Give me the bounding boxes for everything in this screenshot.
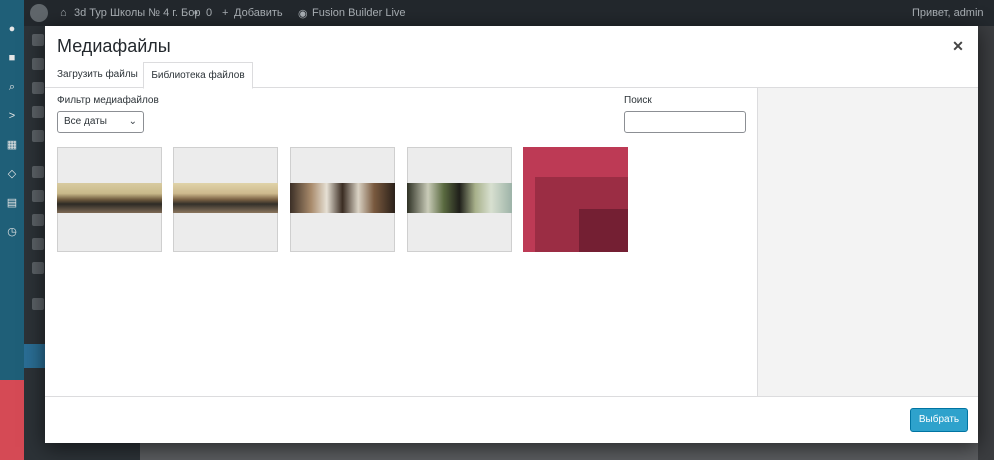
menu-icon[interactable] xyxy=(32,298,44,310)
search-input[interactable] xyxy=(624,111,746,133)
greeting-link[interactable]: Привет, admin xyxy=(912,7,984,19)
attachment-thumbnail[interactable] xyxy=(173,147,278,252)
attachment-thumbnail[interactable] xyxy=(407,147,512,252)
menu-icon[interactable] xyxy=(32,214,44,226)
attachment-thumbnail[interactable] xyxy=(523,147,628,252)
date-filter-value: Все даты xyxy=(64,116,107,127)
panorama-image xyxy=(173,183,278,213)
search-label: Поиск xyxy=(624,95,652,106)
menu-icon[interactable] xyxy=(32,130,44,142)
menu-icon[interactable] xyxy=(32,82,44,94)
fusion-builder-link[interactable]: Fusion Builder Live xyxy=(312,7,406,19)
shield-icon[interactable]: ◇ xyxy=(5,167,19,181)
modal-tabs: Загрузить файлы Библиотека файлов xyxy=(45,62,978,89)
screen-left-border: ● ■ ⌕ > ▦ ◇ ▤ ◷ xyxy=(0,0,24,460)
comments-icon[interactable]: ▪ xyxy=(194,7,198,19)
modal-footer: Выбрать xyxy=(45,396,978,443)
close-icon[interactable]: ✕ xyxy=(948,36,968,56)
wordpress-logo-icon[interactable] xyxy=(30,4,48,22)
fusion-icon[interactable]: ◉ xyxy=(298,7,308,20)
select-button[interactable]: Выбрать xyxy=(910,408,968,432)
panorama-image xyxy=(57,183,162,213)
wp-admin-bar: ⌂ 3d Тур Школы № 4 г. Бор ▪ 0 + Добавить… xyxy=(24,0,994,26)
modal-title: Медиафайлы xyxy=(57,36,171,56)
date-filter-select[interactable]: Все даты ⌄ xyxy=(57,111,144,133)
panorama-image xyxy=(407,183,512,213)
add-new-link[interactable]: Добавить xyxy=(234,7,283,19)
home-icon[interactable]: ⌂ xyxy=(60,7,67,19)
comments-count[interactable]: 0 xyxy=(206,7,212,19)
chevron-down-icon: ⌄ xyxy=(128,116,137,127)
menu-icon[interactable] xyxy=(32,262,44,274)
menu-icon[interactable] xyxy=(32,34,44,46)
search-icon[interactable]: ⌕ xyxy=(5,80,19,94)
decorative-shape xyxy=(0,380,24,460)
menu-icon[interactable] xyxy=(32,238,44,250)
menu-icon[interactable] xyxy=(32,166,44,178)
vk-icon[interactable]: ■ xyxy=(5,51,19,65)
tab-upload-files[interactable]: Загрузить файлы xyxy=(51,62,144,89)
menu-icon[interactable] xyxy=(32,106,44,118)
site-name-link[interactable]: 3d Тур Школы № 4 г. Бор xyxy=(74,7,200,19)
media-modal: Медиафайлы ✕ Загрузить файлы Библиотека … xyxy=(45,26,978,443)
menu-icon[interactable] xyxy=(32,58,44,70)
whatsapp-icon[interactable]: ● xyxy=(5,22,19,36)
side-app-icons: ● ■ ⌕ > ▦ ◇ ▤ ◷ xyxy=(2,22,22,254)
clock-icon[interactable]: ◷ xyxy=(5,225,19,239)
plus-icon[interactable]: + xyxy=(222,7,228,19)
graphic-square xyxy=(579,209,628,252)
document-icon[interactable]: ▤ xyxy=(5,196,19,210)
menu-icon[interactable] xyxy=(32,190,44,202)
panorama-image xyxy=(290,183,395,213)
attachment-details-pane xyxy=(757,88,978,396)
tab-media-library[interactable]: Библиотека файлов xyxy=(143,62,253,89)
attachment-thumbnail[interactable] xyxy=(57,147,162,252)
attachment-thumbnail[interactable] xyxy=(290,147,395,252)
scrollbar-area xyxy=(978,26,994,460)
media-filter-label: Фильтр медиафайлов xyxy=(57,95,159,106)
grid-icon[interactable]: ▦ xyxy=(5,138,19,152)
send-icon[interactable]: > xyxy=(5,109,19,123)
